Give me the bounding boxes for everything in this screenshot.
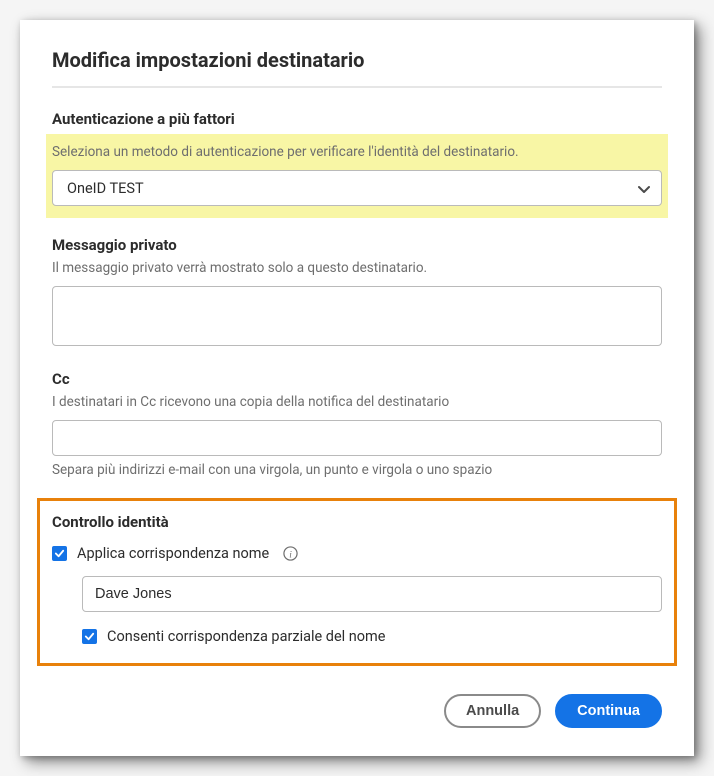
cc-section: Cc I destinatari in Cc ricevono una copi… bbox=[52, 370, 662, 478]
auth-section-label: Autenticazione a più fattori bbox=[52, 110, 662, 128]
cc-help: I destinatari in Cc ricevono una copia d… bbox=[52, 394, 662, 410]
name-match-input[interactable] bbox=[82, 576, 662, 612]
private-message-section: Messaggio privato Il messaggio privato v… bbox=[52, 236, 662, 350]
private-message-input[interactable] bbox=[52, 286, 662, 346]
partial-match-row: Consenti corrispondenza parziale del nom… bbox=[82, 628, 662, 645]
partial-match-checkbox[interactable] bbox=[82, 629, 97, 644]
cc-input[interactable] bbox=[52, 420, 662, 456]
private-message-help: Il messaggio privato verrà mostrato solo… bbox=[52, 260, 662, 276]
identity-control-section: Controllo identità Applica corrispondenz… bbox=[37, 498, 677, 666]
info-icon[interactable]: i bbox=[283, 546, 298, 561]
dialog-title: Modifica impostazioni destinatario bbox=[52, 48, 662, 72]
auth-highlighted-section: Seleziona un metodo di autenticazione pe… bbox=[46, 134, 668, 218]
private-message-label: Messaggio privato bbox=[52, 236, 662, 254]
cc-hint: Separa più indirizzi e-mail con una virg… bbox=[52, 462, 662, 478]
enforce-name-checkbox[interactable] bbox=[52, 546, 67, 561]
enforce-name-row: Applica corrispondenza nome i bbox=[52, 545, 662, 562]
partial-match-label: Consenti corrispondenza parziale del nom… bbox=[107, 628, 385, 645]
auth-method-select[interactable]: OneID TEST bbox=[52, 170, 662, 206]
auth-select-wrap: OneID TEST bbox=[52, 170, 662, 206]
cc-label: Cc bbox=[52, 370, 662, 388]
auth-help-text: Seleziona un metodo di autenticazione pe… bbox=[52, 144, 662, 160]
recipient-settings-dialog: Modifica impostazioni destinatario Auten… bbox=[20, 20, 694, 756]
enforce-name-label: Applica corrispondenza nome bbox=[77, 545, 269, 562]
dialog-button-row: Annulla Continua bbox=[52, 694, 662, 728]
cancel-button[interactable]: Annulla bbox=[444, 694, 541, 728]
name-input-wrap bbox=[82, 576, 662, 612]
svg-text:i: i bbox=[289, 550, 292, 560]
auth-method-value: OneID TEST bbox=[67, 180, 144, 197]
identity-label: Controllo identità bbox=[52, 513, 662, 531]
continue-button[interactable]: Continua bbox=[555, 694, 662, 728]
divider bbox=[52, 86, 662, 88]
